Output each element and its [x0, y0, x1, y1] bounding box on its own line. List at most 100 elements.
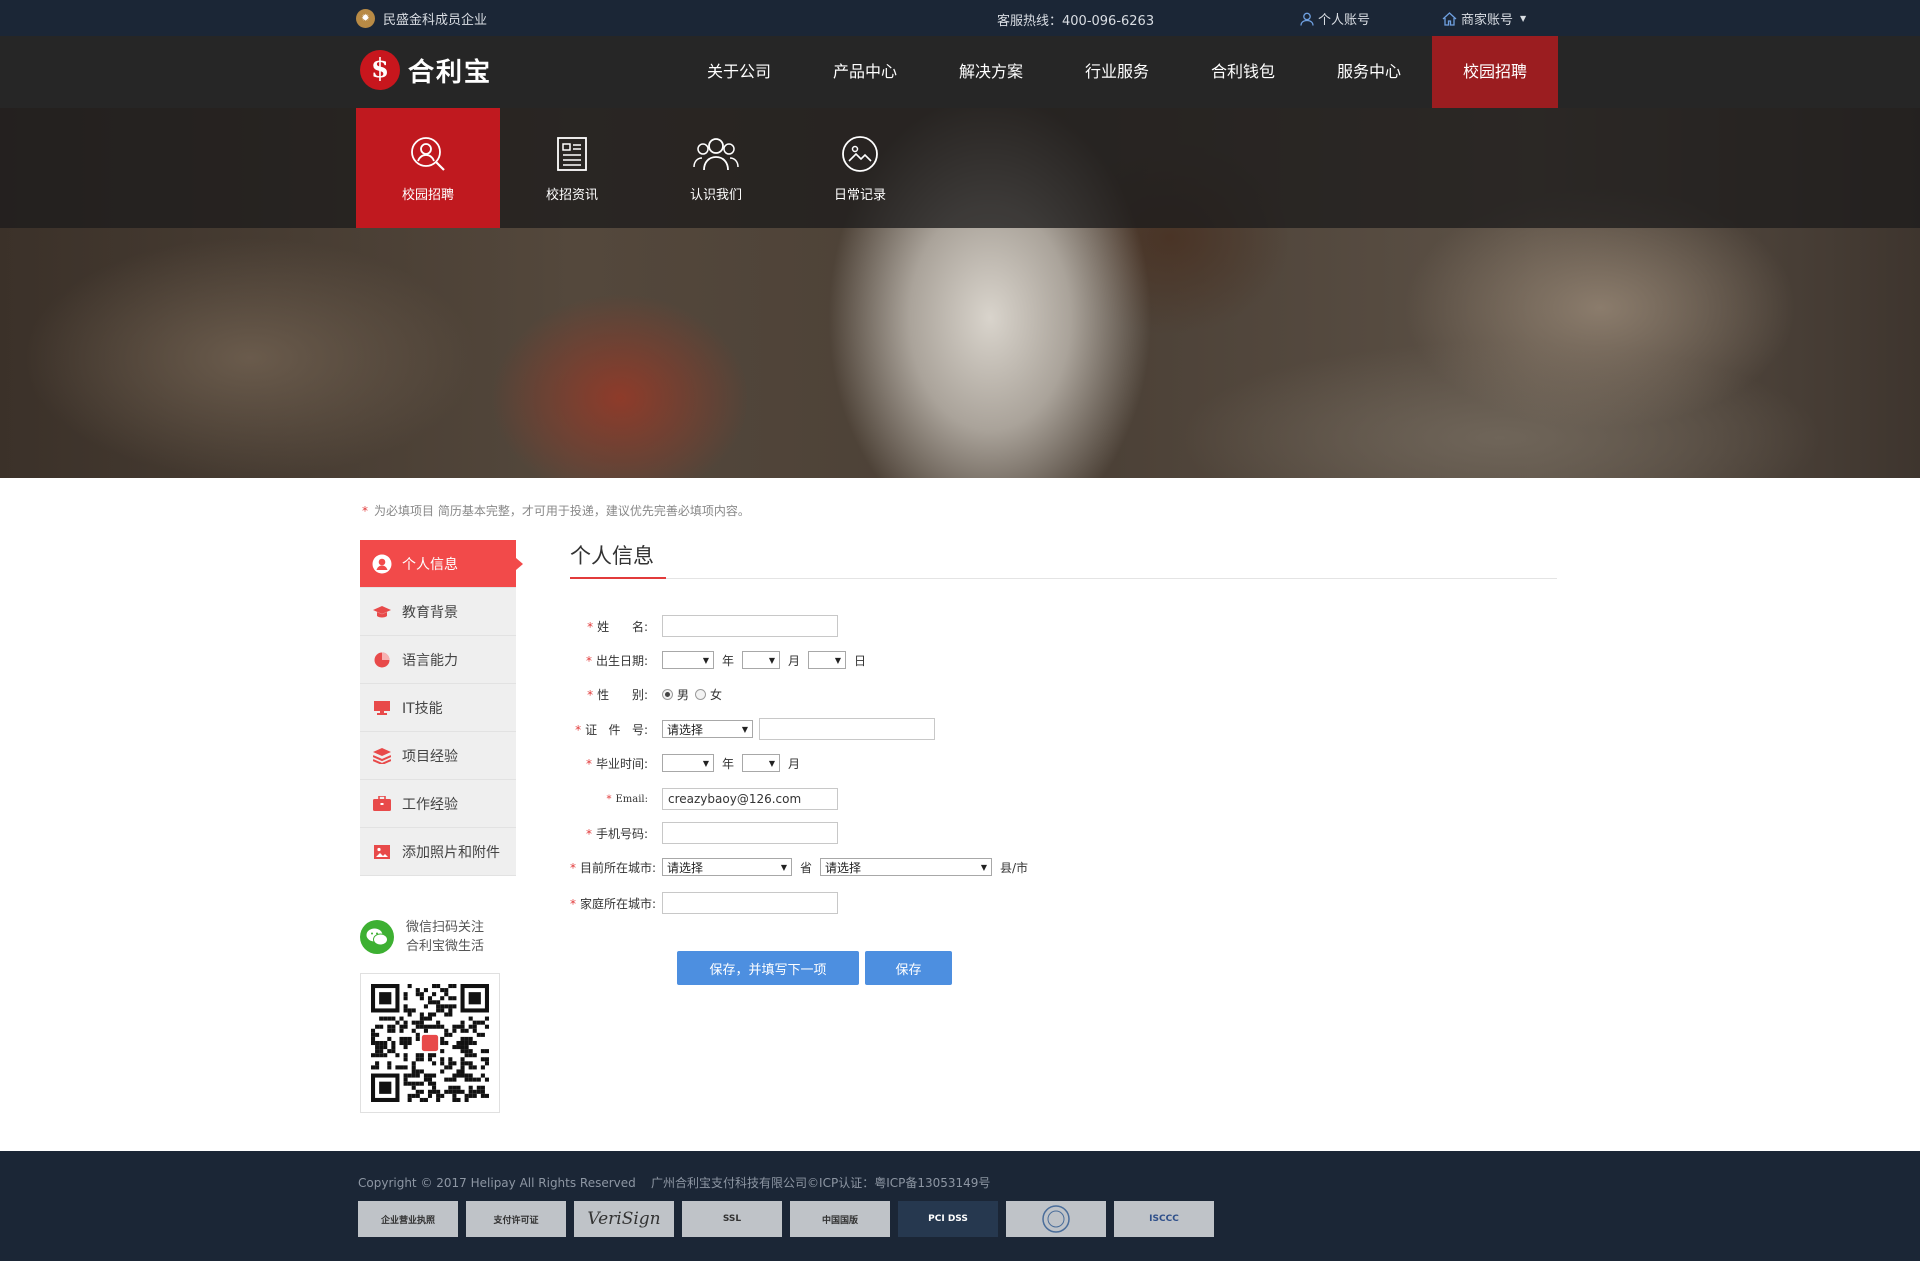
cert-seal[interactable]	[1006, 1201, 1106, 1237]
sidebar-item-label: 语言能力	[402, 652, 458, 669]
nav-item-products[interactable]: 产品中心	[802, 36, 928, 108]
main-nav: 合利宝 关于公司 产品中心 解决方案 行业服务 合利钱包 服务中心 校园招聘	[0, 36, 1920, 108]
nav-item-service[interactable]: 服务中心	[1306, 36, 1432, 108]
cert-verisign[interactable]: VeriSign	[574, 1201, 674, 1237]
member-badge-icon: ✹	[356, 9, 375, 28]
gender-male-radio[interactable]	[662, 689, 673, 700]
form-title-underline	[570, 577, 666, 579]
id-label: * 证 件 号:	[575, 722, 648, 737]
subnav-about-us[interactable]: 认识我们	[644, 108, 788, 228]
required-asterisk: *	[362, 504, 368, 518]
monitor-icon	[372, 698, 392, 718]
subnav-label: 校招资讯	[545, 187, 598, 203]
email-row: * Email: creazybaoy@126.com	[570, 788, 838, 810]
email-label: * Email:	[606, 793, 648, 805]
wechat-line2: 合利宝微生活	[406, 939, 485, 954]
city-label: * 目前所在城市:	[570, 860, 657, 875]
logo[interactable]: 合利宝	[360, 50, 492, 90]
province-unit: 省	[800, 860, 813, 875]
copyright-text: Copyright © 2017 Helipay All Rights Rese…	[358, 1176, 991, 1190]
birth-year-select[interactable]: ▼	[662, 651, 714, 669]
wechat-icon	[360, 920, 394, 954]
gender-row: * 性 别: 男 女	[570, 686, 722, 703]
phone-row: * 手机号码:	[570, 822, 838, 844]
logo-text: 合利宝	[408, 57, 493, 88]
subnav-campus-recruit[interactable]: 校园招聘	[356, 108, 500, 228]
search-person-icon	[411, 136, 445, 171]
city-row: * 目前所在城市: 请选择 ▼ 省 请选择 ▼ 县/市	[570, 858, 1036, 876]
sidebar-item-projects[interactable]: 项目经验	[360, 732, 516, 780]
birth-day-select[interactable]: ▼	[808, 651, 847, 669]
notice-text: 为必填项目 简历基本完整，才可用于投递，建议优先完善必填项内容。	[374, 504, 750, 518]
name-label: * 姓 名:	[587, 619, 648, 634]
home-city-input[interactable]	[662, 892, 838, 914]
cert-isccc[interactable]: ISCCC	[1114, 1201, 1214, 1237]
subnav-daily-log[interactable]: 日常记录	[788, 108, 932, 228]
nav-item-industry[interactable]: 行业服务	[1054, 36, 1180, 108]
home-icon	[1442, 11, 1457, 26]
grad-year-select[interactable]: ▼	[662, 754, 714, 772]
sidebar-item-language[interactable]: 语言能力	[360, 636, 516, 684]
image-icon	[372, 842, 392, 862]
year-unit: 年	[722, 653, 735, 668]
sidebar-item-it-skills[interactable]: IT技能	[360, 684, 516, 732]
qr-code	[360, 973, 500, 1113]
gender-female-radio[interactable]	[695, 689, 707, 700]
grad-row: * 毕业时间: ▼ 年 ▼ 月	[570, 754, 808, 772]
merchant-account-label: 商家账号	[1461, 13, 1514, 28]
footer: Copyright © 2017 Helipay All Rights Rese…	[0, 1151, 1920, 1261]
briefcase-icon	[372, 794, 392, 814]
nav-item-about[interactable]: 关于公司	[676, 36, 802, 108]
birth-label: * 出生日期:	[585, 653, 648, 668]
id-type-select[interactable]: 请选择 ▼	[662, 720, 753, 738]
phone-input[interactable]	[662, 822, 838, 844]
sidebar-item-label: 工作经验	[402, 796, 458, 813]
sidebar-item-label: 项目经验	[402, 748, 458, 765]
personal-account-link[interactable]: 个人账号	[1300, 9, 1370, 28]
cert-ssl[interactable]: SSL	[682, 1201, 782, 1237]
name-input[interactable]	[662, 615, 838, 637]
cert-badges: 企业营业执照 支付许可证 VeriSign SSL 中国国版 PCI DSS I…	[358, 1201, 1214, 1237]
birth-row: * 出生日期: ▼ 年 ▼ 月 ▼ 日	[570, 651, 874, 669]
county-select[interactable]: 请选择 ▼	[820, 858, 993, 876]
subnav-bar: 校园招聘 校招资讯 认识我们 日常记录	[0, 108, 1920, 228]
member-info: ✹ 民盛金科成员企业	[356, 9, 487, 28]
wechat-follow: 微信扫码关注 合利宝微生活	[360, 918, 484, 956]
form-title: 个人信息	[570, 544, 654, 568]
month-unit: 月	[788, 756, 801, 771]
merchant-account-link[interactable]: 商家账号 ▼	[1442, 9, 1526, 28]
save-next-button[interactable]: 保存，并填写下一项	[677, 951, 859, 985]
home-row: * 家庭所在城市:	[570, 892, 838, 914]
sidebar-item-attachments[interactable]: 添加照片和附件	[360, 828, 516, 876]
email-input[interactable]: creazybaoy@126.com	[662, 788, 838, 810]
sidebar-item-education[interactable]: 教育背景	[360, 588, 516, 636]
province-select[interactable]: 请选择 ▼	[662, 858, 792, 876]
subnav-label: 校园招聘	[401, 187, 454, 203]
cert-payment-license[interactable]: 支付许可证	[466, 1201, 566, 1237]
nav-item-campus[interactable]: 校园招聘	[1432, 36, 1558, 108]
month-unit: 月	[788, 653, 801, 668]
grad-month-select[interactable]: ▼	[742, 754, 781, 772]
cert-business-license[interactable]: 企业营业执照	[358, 1201, 458, 1237]
nav-item-solutions[interactable]: 解决方案	[928, 36, 1054, 108]
sidebar-item-work[interactable]: 工作经验	[360, 780, 516, 828]
member-text: 民盛金科成员企业	[383, 13, 488, 28]
cert-pci-dss[interactable]: PCI DSS	[898, 1201, 998, 1237]
wechat-line1: 微信扫码关注	[406, 920, 485, 935]
photo-icon	[842, 135, 878, 172]
birth-month-select[interactable]: ▼	[742, 651, 781, 669]
subnav-campus-news[interactable]: 校招资讯	[500, 108, 644, 228]
subnav-label: 日常记录	[833, 187, 886, 203]
save-button[interactable]: 保存	[865, 951, 952, 985]
id-number-input[interactable]	[759, 718, 935, 740]
phone-label: * 手机号码:	[585, 826, 648, 841]
required-notice: * 为必填项目 简历基本完整，才可用于投递，建议优先完善必填项内容。	[362, 502, 750, 519]
male-label: 男	[677, 688, 690, 702]
pie-chart-icon	[372, 650, 392, 670]
home-label: * 家庭所在城市:	[570, 896, 657, 911]
sidebar-item-personal-info[interactable]: 个人信息	[360, 540, 523, 588]
nav-item-wallet[interactable]: 合利钱包	[1180, 36, 1306, 108]
personal-account-label: 个人账号	[1318, 13, 1371, 28]
news-icon	[557, 136, 587, 171]
cert-cnca[interactable]: 中国国版	[790, 1201, 890, 1237]
